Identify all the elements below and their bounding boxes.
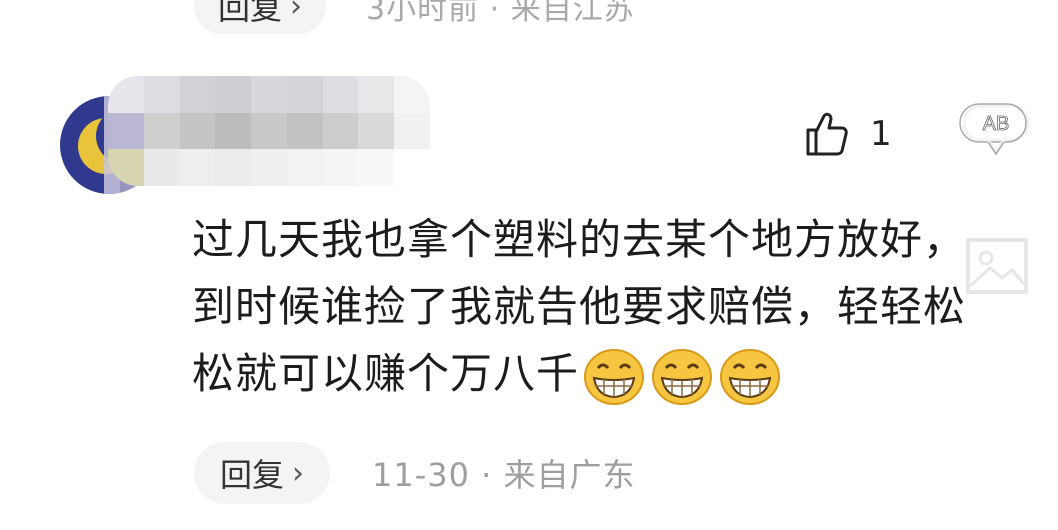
thumbs-up-icon[interactable] bbox=[804, 110, 848, 158]
chevron-right-icon: › bbox=[292, 455, 305, 491]
emoji-row bbox=[583, 348, 781, 406]
prev-reply-label: 回复 bbox=[218, 0, 283, 27]
grin-emoji-icon bbox=[583, 348, 645, 406]
prev-comment-footer: 回复 › 3小时前 · 来自江苏 bbox=[194, 0, 635, 34]
username-mosaic[interactable] bbox=[108, 76, 430, 186]
prev-reply-button[interactable]: 回复 › bbox=[194, 0, 327, 34]
chevron-right-icon: › bbox=[290, 0, 303, 24]
grin-emoji-icon bbox=[719, 348, 781, 406]
reply-label: 回复 bbox=[220, 456, 285, 494]
comment-footer: 回复 › 11-30 · 来自广东 bbox=[194, 442, 636, 504]
prev-comment-meta: 3小时前 · 来自江苏 bbox=[366, 0, 635, 27]
ab-label: AB bbox=[983, 113, 1010, 135]
image-icon[interactable] bbox=[962, 234, 1032, 298]
like-count: 1 bbox=[870, 114, 892, 154]
like-group: 1 bbox=[804, 110, 892, 158]
ab-overlay-icon[interactable]: AB bbox=[958, 100, 1034, 156]
reply-button[interactable]: 回复 › bbox=[194, 442, 331, 504]
comment-meta: 11-30 · 来自广东 bbox=[372, 456, 636, 494]
mosaic-cells bbox=[108, 76, 430, 186]
comment-text: 过几天我也拿个塑料的去某个地方放好，到时候谁捡了我就告他要求赔偿，轻轻松松就可以… bbox=[192, 215, 967, 398]
comment-body: 过几天我也拿个塑料的去某个地方放好，到时候谁捡了我就告他要求赔偿，轻轻松松就可以… bbox=[192, 206, 992, 407]
grin-emoji-icon bbox=[651, 348, 713, 406]
